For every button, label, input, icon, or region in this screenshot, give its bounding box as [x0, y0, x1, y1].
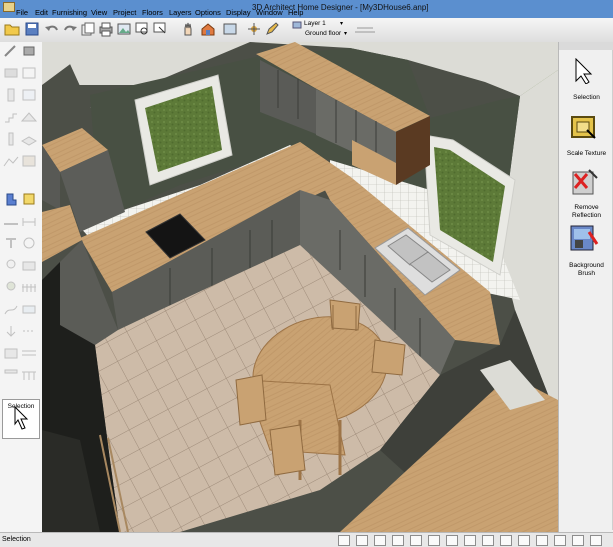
tool-label-background: Background: [569, 262, 604, 269]
status-text: Selection: [2, 536, 31, 543]
tool-label-remove: Remove: [574, 204, 599, 211]
status-tool-14-icon[interactable]: [572, 535, 584, 546]
menu-furnishing[interactable]: Furnishing: [52, 8, 87, 17]
layer-dropdown-arrow-icon[interactable]: ▾: [340, 20, 343, 27]
pencil-icon[interactable]: [264, 21, 280, 37]
room-tool-icon[interactable]: [21, 66, 37, 80]
wall-tool-icon[interactable]: [3, 66, 19, 80]
floor-dropdown-arrow-icon[interactable]: ▾: [344, 30, 347, 37]
copy-icon[interactable]: [80, 21, 96, 37]
menu-edit[interactable]: Edit: [35, 8, 48, 17]
menu-window[interactable]: Window: [256, 8, 283, 17]
camera-tool-icon[interactable]: [21, 258, 37, 272]
status-tool-10-icon[interactable]: [500, 535, 512, 546]
3d-viewport[interactable]: [42, 42, 558, 532]
light-tool-icon[interactable]: [3, 258, 19, 272]
menu-project[interactable]: Project: [113, 8, 136, 17]
texture-tool-icon[interactable]: [21, 154, 37, 168]
redo-icon[interactable]: [62, 21, 78, 37]
right-tool-panel: Selection Scale Texture Remove Reflectio…: [558, 42, 613, 532]
status-tool-11-icon[interactable]: [518, 535, 530, 546]
pool-tool-icon[interactable]: [21, 302, 37, 316]
render-view-icon[interactable]: [222, 21, 238, 37]
measure-tool-icon[interactable]: [3, 214, 19, 228]
background-brush-icon[interactable]: [569, 224, 601, 254]
tool-label-selection: Selection: [573, 94, 600, 101]
status-tool-15-icon[interactable]: [590, 535, 602, 546]
pan-view-icon[interactable]: [152, 21, 168, 37]
menu-help[interactable]: Help: [288, 8, 303, 17]
open-folder-icon[interactable]: [4, 21, 20, 37]
zoom-window-icon[interactable]: [134, 21, 150, 37]
print-icon[interactable]: [98, 21, 114, 37]
tool-label-reflection: Reflection: [572, 212, 601, 219]
furniture-tool-icon[interactable]: [21, 44, 37, 58]
window-tool-icon[interactable]: [21, 88, 37, 102]
chair-tool-icon[interactable]: [3, 192, 19, 206]
floor-tools-icon[interactable]: [354, 22, 376, 34]
hand-icon[interactable]: [180, 21, 196, 37]
remove-reflection-icon[interactable]: [569, 166, 601, 198]
panel-header: [559, 42, 613, 50]
dimension-tool-icon[interactable]: [21, 214, 37, 228]
status-tool-3-icon[interactable]: [374, 535, 386, 546]
layer-icon: [292, 21, 302, 29]
status-tool-1-icon[interactable]: [338, 535, 350, 546]
slab-tool-icon[interactable]: [21, 132, 37, 146]
column-tool-icon[interactable]: [3, 132, 19, 146]
left-tool-panel: Selection: [0, 42, 43, 532]
draw-tool-icon[interactable]: [3, 44, 19, 58]
roof-tool-icon[interactable]: [21, 110, 37, 124]
ceiling-tool-icon[interactable]: [3, 368, 19, 382]
status-tool-13-icon[interactable]: [554, 535, 566, 546]
house-view-icon[interactable]: [200, 21, 216, 37]
plant-tool-icon[interactable]: [3, 280, 19, 294]
elevation-tool-icon[interactable]: [3, 324, 19, 338]
door-tool-icon[interactable]: [3, 88, 19, 102]
menu-display[interactable]: Display: [226, 8, 251, 17]
railing-tool-icon[interactable]: [21, 368, 37, 382]
menu-view[interactable]: View: [91, 8, 107, 17]
orbit-icon[interactable]: [246, 21, 262, 37]
deck-tool-icon[interactable]: [21, 346, 37, 360]
status-tool-12-icon[interactable]: [536, 535, 548, 546]
menu-bar: File Edit Furnishing View Project Floors…: [0, 8, 613, 18]
status-tool-6-icon[interactable]: [428, 535, 440, 546]
scale-texture-icon[interactable]: [569, 114, 599, 142]
status-tool-5-icon[interactable]: [410, 535, 422, 546]
status-bar: Selection: [0, 532, 613, 547]
fence-tool-icon[interactable]: [21, 280, 37, 294]
stairs-tool-icon[interactable]: [3, 110, 19, 124]
symbol-tool-icon[interactable]: [21, 236, 37, 250]
path-tool-icon[interactable]: [3, 302, 19, 316]
arrow-pointer-icon[interactable]: [573, 58, 595, 84]
menu-floors[interactable]: Floors: [142, 8, 163, 17]
menu-layers[interactable]: Layers: [169, 8, 192, 17]
kitchen-3d-render: [42, 42, 558, 532]
status-tool-8-icon[interactable]: [464, 535, 476, 546]
paint-tool-icon[interactable]: [21, 192, 37, 206]
image-export-icon[interactable]: [116, 21, 132, 37]
undo-icon[interactable]: [44, 21, 60, 37]
menu-file[interactable]: File: [16, 8, 28, 17]
status-tool-9-icon[interactable]: [482, 535, 494, 546]
terrain-tool-icon[interactable]: [3, 154, 19, 168]
save-icon[interactable]: [24, 21, 40, 37]
selection-label: Selection: [7, 403, 35, 410]
cabinet-tool-icon[interactable]: [3, 346, 19, 360]
section-tool-icon[interactable]: [21, 324, 37, 338]
tool-label-brush: Brush: [578, 270, 595, 277]
menu-options[interactable]: Options: [195, 8, 221, 17]
status-tool-4-icon[interactable]: [392, 535, 404, 546]
main-toolbar: Layer 1 ▾ Ground floor ▾: [0, 18, 613, 43]
floor-dropdown[interactable]: Ground floor: [305, 30, 341, 37]
text-tool-icon[interactable]: [3, 236, 19, 250]
tool-label-scale-texture: Scale Texture: [566, 150, 607, 157]
status-tool-2-icon[interactable]: [356, 535, 368, 546]
status-tool-7-icon[interactable]: [446, 535, 458, 546]
layer-dropdown[interactable]: Layer 1: [304, 20, 326, 27]
